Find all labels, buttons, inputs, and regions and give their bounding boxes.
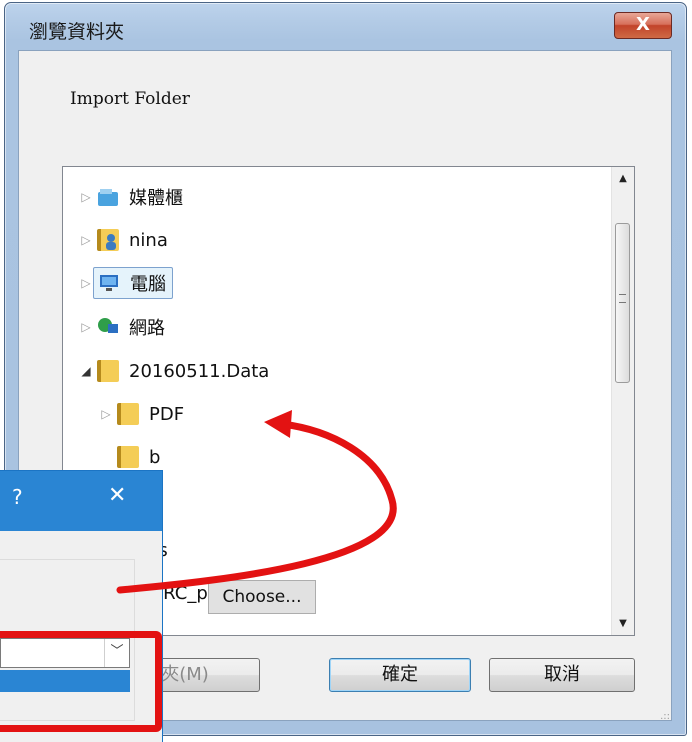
scroll-down-icon[interactable]: ▼ [612,618,634,629]
tree-item-label: nina [129,229,168,251]
dialog-titlebar: ? ✕ [0,471,162,531]
expand-icon[interactable]: ▷ [79,233,93,247]
tree-item-computer[interactable]: ▷ 電腦 [79,263,173,303]
tree-item-label: PDF [149,403,185,425]
expand-icon[interactable]: ▷ [99,407,113,421]
dialog-title: 瀏覽資料夾 [29,21,125,43]
tree-item-label: 網路 [129,318,165,339]
tree-item-label: b [149,446,161,468]
cancel-button[interactable]: 取消 [489,658,635,692]
tree-item-label: 20160511.Data [129,360,270,382]
expand-icon[interactable]: ▷ [79,190,93,204]
tree-item-label: 媒體櫃 [129,188,183,209]
tree-item-user[interactable]: ▷ nina [79,220,172,260]
dialog-description: Import Folder [70,89,190,109]
tree-item-data-folder[interactable]: ◢ 20160511.Data [79,351,273,391]
tree-item-library[interactable]: ▷ 媒體櫃 [79,177,187,217]
user-folder-icon [97,229,119,251]
tree-item-network[interactable]: ▷ 網路 [79,307,169,347]
expand-icon[interactable]: ▷ [79,276,93,290]
choose-button[interactable]: Choose... [208,580,316,614]
ok-button[interactable]: 確定 [329,658,471,692]
annotation-highlight-box [0,631,162,732]
selected-item-highlight: 電腦 [93,267,173,299]
help-button[interactable]: ? [12,485,23,509]
close-button[interactable]: ✕ [108,483,126,508]
collapse-icon[interactable]: ◢ [79,364,93,378]
expand-icon[interactable]: ▷ [79,320,93,334]
vertical-scrollbar[interactable]: ▲ ▼ [611,167,634,635]
close-button[interactable]: X [614,12,672,39]
tree-item-pdf[interactable]: ▷ PDF [99,394,188,434]
resize-grip-icon[interactable]: .:: [660,711,670,722]
network-icon [97,316,119,338]
folder-icon [117,446,139,468]
library-icon [97,186,119,208]
computer-icon [98,272,120,294]
folder-icon [97,360,119,382]
tree-item-label: 電腦 [130,274,166,295]
folder-icon [117,403,139,425]
scroll-up-icon[interactable]: ▲ [612,173,634,184]
scrollbar-thumb[interactable] [615,223,630,383]
grip-lines-icon [619,294,626,303]
